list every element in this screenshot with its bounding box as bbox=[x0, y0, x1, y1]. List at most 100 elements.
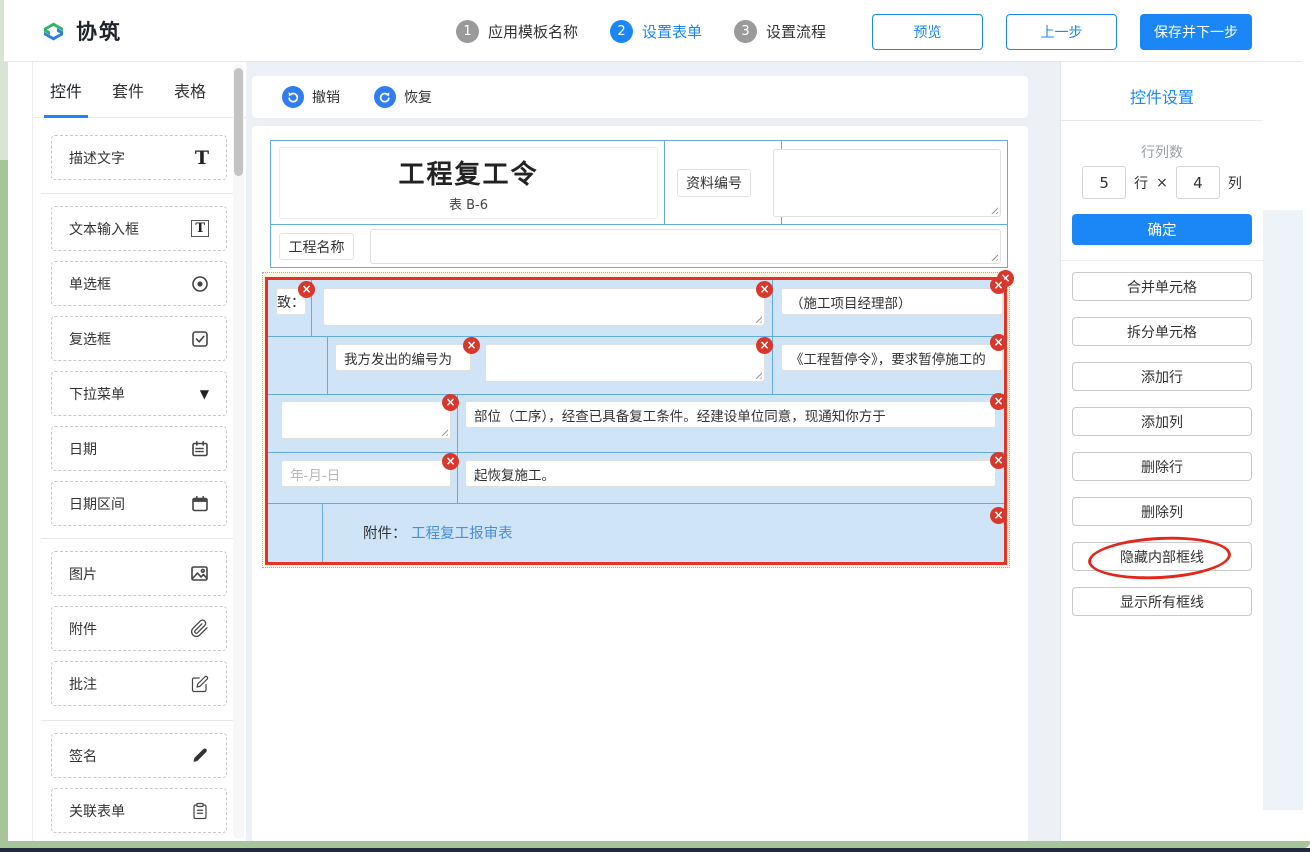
form-title-control[interactable]: 工程复工令 表 B-6 bbox=[279, 147, 658, 219]
issued-no-label-control[interactable]: 我方发出的编号为 bbox=[335, 344, 471, 371]
panel-divider bbox=[1061, 260, 1263, 261]
stop-order-suffix-control[interactable]: 《工程暂停令》，要求暂停施工的 bbox=[781, 344, 1003, 371]
app-logo: 协筑 bbox=[40, 16, 122, 46]
tab-tables[interactable]: 表格 bbox=[172, 62, 208, 118]
remove-control-icon[interactable]: × bbox=[756, 281, 773, 298]
remove-control-icon[interactable]: × bbox=[298, 281, 315, 298]
table-cell: 附件： 工程复工报审表 × bbox=[323, 504, 1004, 562]
undo-label: 撤销 bbox=[312, 87, 340, 107]
previous-step-button[interactable]: 上一步 bbox=[1006, 14, 1117, 50]
attachment-link[interactable]: 工程复工报审表 bbox=[411, 526, 513, 542]
save-next-button[interactable]: 保存并下一步 bbox=[1140, 14, 1252, 50]
section-textarea[interactable] bbox=[281, 401, 451, 439]
add-row-button[interactable]: 添加行 bbox=[1072, 362, 1252, 391]
resume-condition-control[interactable]: 部位（工序），经查已具备复工条件。经建设单位同意，现通知你方于 bbox=[465, 401, 996, 428]
step-2: 2 设置表单 bbox=[610, 20, 702, 43]
checkbox-icon bbox=[191, 330, 209, 348]
redo-button[interactable]: 恢复 bbox=[374, 86, 432, 108]
palette-item-text-input[interactable]: 文本输入框 T bbox=[51, 206, 227, 251]
delete-column-button[interactable]: 删除列 bbox=[1072, 497, 1252, 526]
table-cell: 致： × bbox=[268, 280, 312, 336]
preview-button[interactable]: 预览 bbox=[872, 14, 983, 50]
control-settings-panel: 控件设置 行列数 行 × 列 确定 合并单元格 拆分单元格 添加行 添加列 删除… bbox=[1060, 62, 1302, 842]
palette-item-radio[interactable]: 单选框 bbox=[51, 261, 227, 306]
palette-item-date[interactable]: 日期 bbox=[51, 426, 227, 471]
rows-input[interactable] bbox=[1082, 166, 1126, 199]
palette-item-label: 附件 bbox=[69, 619, 97, 639]
recipient-textarea[interactable] bbox=[323, 288, 765, 326]
form-canvas: 撤销 恢复 工程复工令 表 B-6 资料编号 工程名称 bbox=[246, 62, 1060, 842]
window-edge-bottom-dark bbox=[0, 848, 1310, 852]
merge-cells-button[interactable]: 合并单元格 bbox=[1072, 272, 1252, 301]
sidebar-scrollbar-thumb[interactable] bbox=[234, 68, 243, 176]
form-title-row: 工程复工令 表 B-6 资料编号 bbox=[271, 141, 1007, 225]
remove-control-icon[interactable]: × bbox=[990, 277, 1007, 294]
cell-divider bbox=[664, 141, 665, 225]
table-row: 年-月-日 × 起恢复施工。 × bbox=[268, 453, 1004, 504]
project-name-textarea[interactable] bbox=[370, 229, 1001, 264]
resume-end-control[interactable]: 起恢复施工。 bbox=[465, 460, 996, 487]
step-2-number: 2 bbox=[610, 20, 633, 43]
redo-icon bbox=[374, 86, 396, 108]
palette-item-date-range[interactable]: 日期区间 bbox=[51, 481, 227, 526]
selected-table[interactable]: × 致： × × （施工项目经理部） × bbox=[265, 277, 1007, 565]
table-cell: × bbox=[312, 280, 773, 336]
panel-title: 控件设置 bbox=[1061, 84, 1263, 108]
confirm-button[interactable]: 确定 bbox=[1072, 214, 1252, 245]
project-name-label[interactable]: 工程名称 bbox=[279, 233, 354, 260]
attachment-control[interactable]: 附件： 工程复工报审表 bbox=[363, 522, 513, 543]
table-cell: 起恢复施工。 × bbox=[458, 453, 1004, 503]
cols-input[interactable] bbox=[1176, 166, 1220, 199]
remove-control-icon[interactable]: × bbox=[990, 507, 1007, 524]
remove-control-icon[interactable]: × bbox=[442, 453, 459, 470]
step-3: 3 设置流程 bbox=[734, 20, 826, 43]
radio-icon bbox=[191, 275, 209, 293]
palette-item-dropdown[interactable]: 下拉菜单 ▼ bbox=[51, 371, 227, 416]
wizard-steps: 1 应用模板名称 2 设置表单 3 设置流程 bbox=[456, 0, 858, 62]
tab-controls[interactable]: 控件 bbox=[48, 62, 84, 118]
resume-date-input[interactable]: 年-月-日 bbox=[281, 460, 451, 487]
split-cells-button[interactable]: 拆分单元格 bbox=[1072, 317, 1252, 346]
app-header: 协筑 1 应用模板名称 2 设置表单 3 设置流程 预览 上一步 保存并下一步 bbox=[4, 0, 1302, 62]
palette-item-annotation[interactable]: 批注 bbox=[51, 661, 227, 706]
undo-button[interactable]: 撤销 bbox=[282, 86, 340, 108]
table-row: 致： × × （施工项目经理部） × bbox=[268, 280, 1004, 337]
table-cell: 部位（工序），经查已具备复工条件。经建设单位同意，现通知你方于 × bbox=[458, 395, 1004, 452]
grid-size-label: 行列数 bbox=[1061, 142, 1263, 162]
palette-item-linked-form[interactable]: 关联表单 bbox=[51, 788, 227, 833]
hide-inner-borders-button[interactable]: 隐藏内部框线 bbox=[1072, 542, 1252, 571]
palette-item-description-text[interactable]: 描述文字 T bbox=[51, 135, 227, 180]
doc-no-textarea[interactable] bbox=[773, 149, 1001, 217]
sidebar-rail bbox=[4, 62, 33, 841]
step-2-label: 设置表单 bbox=[642, 21, 702, 42]
doc-no-label[interactable]: 资料编号 bbox=[677, 169, 751, 197]
logo-icon bbox=[40, 18, 67, 45]
to-suffix-control[interactable]: （施工项目经理部） bbox=[781, 288, 1003, 315]
show-all-borders-button[interactable]: 显示所有框线 bbox=[1072, 587, 1252, 616]
sidebar-scrollbar-track[interactable] bbox=[233, 64, 244, 839]
palette-item-image[interactable]: 图片 bbox=[51, 551, 227, 596]
remove-control-icon[interactable]: × bbox=[756, 337, 773, 354]
dropdown-icon: ▼ bbox=[200, 387, 209, 401]
remove-control-icon[interactable]: × bbox=[990, 452, 1007, 469]
window-edge-bottom bbox=[0, 841, 1310, 848]
undo-icon bbox=[282, 86, 304, 108]
issued-no-textarea[interactable] bbox=[485, 344, 765, 382]
palette-item-signature[interactable]: 签名 bbox=[51, 733, 227, 778]
palette-item-label: 签名 bbox=[69, 746, 97, 766]
text-icon: T bbox=[195, 147, 209, 169]
form-editor-card: 工程复工令 表 B-6 资料编号 工程名称 × 致： × bbox=[252, 126, 1028, 842]
remove-control-icon[interactable]: × bbox=[990, 393, 1007, 410]
palette-item-checkbox[interactable]: 复选框 bbox=[51, 316, 227, 361]
palette-item-attachment[interactable]: 附件 bbox=[51, 606, 227, 651]
remove-control-icon[interactable]: × bbox=[442, 394, 459, 411]
control-palette: 控件 套件 表格 描述文字 T 文本输入框 T 单选框 复选框 下拉菜单 ▼ 日… bbox=[33, 62, 246, 841]
window-edge-right bbox=[0, 0, 8, 842]
delete-row-button[interactable]: 删除行 bbox=[1072, 452, 1252, 481]
remove-control-icon[interactable]: × bbox=[990, 334, 1007, 351]
add-column-button[interactable]: 添加列 bbox=[1072, 407, 1252, 436]
table-cell bbox=[268, 337, 328, 394]
remove-control-icon[interactable]: × bbox=[463, 337, 480, 354]
tab-kits[interactable]: 套件 bbox=[110, 62, 146, 118]
form-header-table: 工程复工令 表 B-6 资料编号 工程名称 bbox=[270, 140, 1008, 268]
